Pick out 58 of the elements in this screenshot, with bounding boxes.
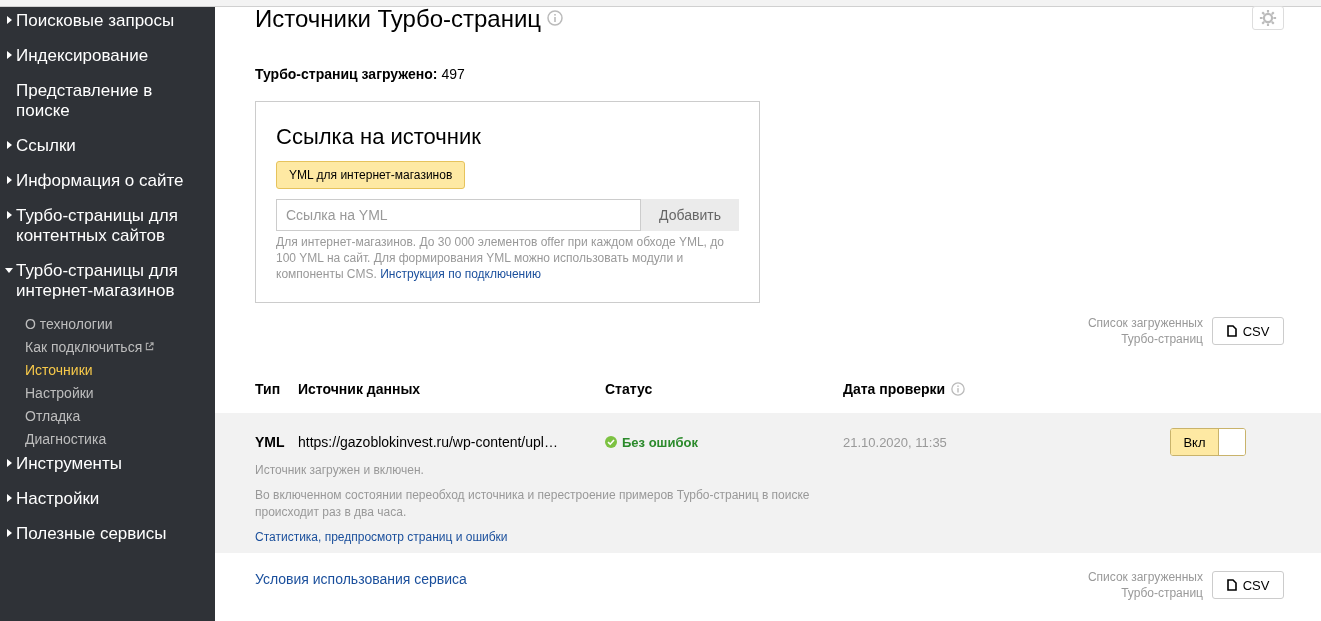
export-label: Список загруженных Турбо-страниц <box>1087 315 1203 347</box>
terms-link[interactable]: Условия использования сервиса <box>255 571 467 587</box>
column-header: Тип <box>255 381 282 397</box>
url-input-field[interactable]: Ссылка на YML <box>276 199 641 231</box>
settings-icon <box>1259 9 1277 27</box>
triangle-icon <box>5 494 13 502</box>
file-icon <box>1226 325 1237 337</box>
sidebar-subitem[interactable]: Источники <box>0 358 215 383</box>
yml-type-button[interactable]: YML для интернет-магазинов <box>276 161 466 189</box>
triangle-icon <box>5 176 13 184</box>
sidebar-item[interactable]: Настройки <box>0 487 215 522</box>
sidebar-subitem[interactable]: Диагностика <box>0 427 215 452</box>
sidebar-item[interactable]: Турбо-страницы для интернет-магазинов <box>0 259 215 314</box>
file-icon <box>1226 579 1237 591</box>
table-cell-text: https://gazoblokinvest.ru/wp-content/upl… <box>298 434 559 450</box>
sidebar-item[interactable]: Инструменты <box>0 452 215 487</box>
check-icon <box>605 436 617 448</box>
triangle-icon <box>5 141 13 149</box>
sidebar-subitem[interactable]: Как подключиться <box>0 335 215 360</box>
enable-toggle[interactable]: Вкл <box>1170 428 1246 456</box>
triangle-icon <box>5 211 13 219</box>
export-label: Список загруженных Турбо-страниц <box>1087 569 1203 601</box>
external-link-icon <box>145 342 155 351</box>
sidebar-item[interactable]: Индексирование <box>0 44 215 79</box>
sidebar-subitem[interactable]: Настройки <box>0 381 215 406</box>
triangle-icon <box>5 459 13 467</box>
triangle-icon <box>5 51 13 59</box>
column-header: Дата проверки <box>843 381 946 397</box>
column-header: Статус <box>605 381 654 397</box>
hint-text: Для интернет-магазинов. До 30 000 элементов offer при каждом обходе YML, до 100 YML на сайт. Для формирования YML можно использовать модули и компоненты CMS. Инструкция по подключению <box>276 234 725 282</box>
add-button[interactable]: Добавить <box>641 199 739 231</box>
card-title: Ссылка на источник <box>276 124 482 150</box>
sidebar-subitem[interactable]: О технологии <box>0 312 215 337</box>
table-cell-text: 21.10.2020, 11:35 <box>843 434 948 450</box>
instruction-link[interactable]: Инструкция по подключению <box>380 267 541 281</box>
triangle-icon <box>5 16 13 24</box>
triangle-icon <box>5 529 13 537</box>
settings-button[interactable] <box>1252 6 1284 30</box>
info-icon[interactable] <box>951 382 966 396</box>
sidebar-subitem[interactable]: Отладка <box>0 404 215 429</box>
loaded-count: Турбо-страниц загружено: 497 <box>255 66 466 82</box>
sidebar-item[interactable]: Ссылки <box>0 134 215 169</box>
csv-button[interactable]: CSV <box>1212 571 1284 599</box>
status-text: Без ошибок <box>622 434 698 450</box>
row-note: Источник загружен и включен. <box>255 463 425 477</box>
sidebar-item[interactable]: Представление в поиске <box>0 79 215 134</box>
csv-button[interactable]: CSV <box>1212 317 1284 345</box>
sidebar-item[interactable]: Турбо-страницы для контентных сайтов <box>0 204 215 259</box>
row-description: Во включенном состоянии переобход источника и перестроение примеров Турбо-страниц в поиске происходит раз в два часа. <box>255 487 811 521</box>
info-icon[interactable] <box>547 10 564 26</box>
table-cell-text: YML <box>255 434 286 450</box>
triangle-icon <box>5 266 13 274</box>
sidebar-item[interactable]: Информация о сайте <box>0 169 215 204</box>
column-header: Источник данных <box>298 381 422 397</box>
sidebar-item[interactable]: Полезные сервисы <box>0 522 215 557</box>
page-title: Источники Турбо-страниц <box>255 5 542 33</box>
statistics-link[interactable]: Статистика, предпросмотр страниц и ошибки <box>255 530 508 544</box>
sidebar-item[interactable]: Поисковые запросы <box>0 9 215 44</box>
